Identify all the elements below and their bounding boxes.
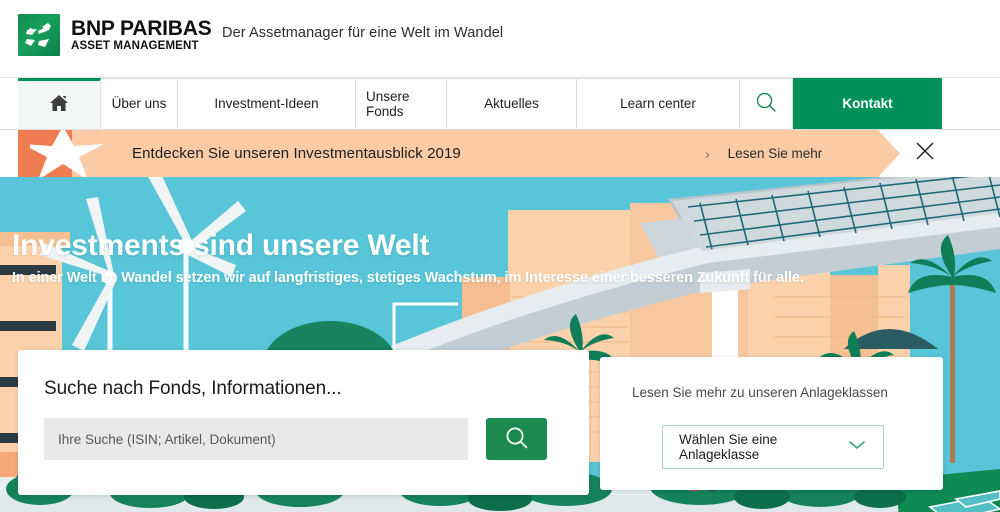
nav-label: Learn center <box>620 96 696 111</box>
brand-name-secondary: ASSET MANAGEMENT <box>71 39 199 52</box>
close-icon <box>915 141 935 166</box>
fund-search-heading: Suche nach Fonds, Informationen... <box>44 378 342 399</box>
asset-class-select[interactable]: Wählen Sie eine Anlageklasse <box>662 425 884 469</box>
brand-logo[interactable]: BNP PARIBAS ASSET MANAGEMENT <box>18 14 212 56</box>
hero-subtitle: In einer Welt im Wandel setzen wir auf l… <box>12 270 804 286</box>
chevron-right-icon: › <box>705 145 710 162</box>
asset-class-select-value: Wählen Sie eine Anlageklasse <box>679 432 778 462</box>
promo-banner-title: Entdecken Sie unseren Investmentausblick… <box>132 145 461 162</box>
nav-item-investment-ideen[interactable]: Investment-Ideen <box>178 78 356 129</box>
nav-contact-label: Kontakt <box>842 96 893 111</box>
main-navigation: Über uns Investment-Ideen Unsere Fonds A… <box>0 78 1000 130</box>
nav-label: Über uns <box>111 96 167 111</box>
promo-banner-read-more[interactable]: › Lesen Sie mehr <box>705 130 822 177</box>
page-root: BNP PARIBAS ASSET MANAGEMENT Der Assetma… <box>0 0 1000 512</box>
nav-label: Investment-Ideen <box>214 96 319 111</box>
nav-right-spacer <box>942 78 1000 129</box>
brand-name-primary: BNP PARIBAS <box>71 16 212 40</box>
brand-wordmark: BNP PARIBAS ASSET MANAGEMENT <box>71 18 212 53</box>
nav-item-learn-center[interactable]: Learn center <box>577 78 740 129</box>
nav-left-spacer <box>0 78 18 129</box>
asset-class-label: Lesen Sie mehr zu unseren Anlageklassen <box>632 385 888 400</box>
promo-banner-close-button[interactable] <box>905 130 945 177</box>
chevron-down-icon <box>847 438 867 456</box>
home-icon <box>49 94 69 115</box>
fund-search-row <box>44 418 547 460</box>
promo-banner: Entdecken Sie unseren Investmentausblick… <box>0 130 1000 177</box>
promo-banner-read-more-label: Lesen Sie mehr <box>727 146 823 161</box>
asset-class-card: Lesen Sie mehr zu unseren Anlageklassen … <box>600 357 943 490</box>
search-icon <box>755 91 777 116</box>
bnp-four-stars-logo-icon <box>18 14 60 56</box>
fund-search-card: Suche nach Fonds, Informationen... <box>18 350 589 495</box>
nav-item-aktuelles[interactable]: Aktuelles <box>447 78 577 129</box>
nav-label: Aktuelles <box>484 96 539 111</box>
search-submit-button[interactable] <box>486 418 547 460</box>
nav-item-ueber-uns[interactable]: Über uns <box>101 78 178 129</box>
hero-title: Investments sind unsere Welt <box>12 229 430 262</box>
search-icon <box>504 425 530 454</box>
nav-item-home[interactable] <box>18 78 101 129</box>
nav-search-toggle[interactable] <box>740 78 793 129</box>
nav-contact-button[interactable]: Kontakt <box>793 78 942 129</box>
site-header: BNP PARIBAS ASSET MANAGEMENT Der Assetma… <box>0 0 1000 78</box>
search-input[interactable] <box>44 418 468 460</box>
nav-label: Unsere Fonds <box>366 88 410 119</box>
header-tagline: Der Assetmanager für eine Welt im Wandel <box>222 25 504 41</box>
star-icon <box>22 130 122 177</box>
nav-item-unsere-fonds[interactable]: Unsere Fonds <box>356 78 447 129</box>
